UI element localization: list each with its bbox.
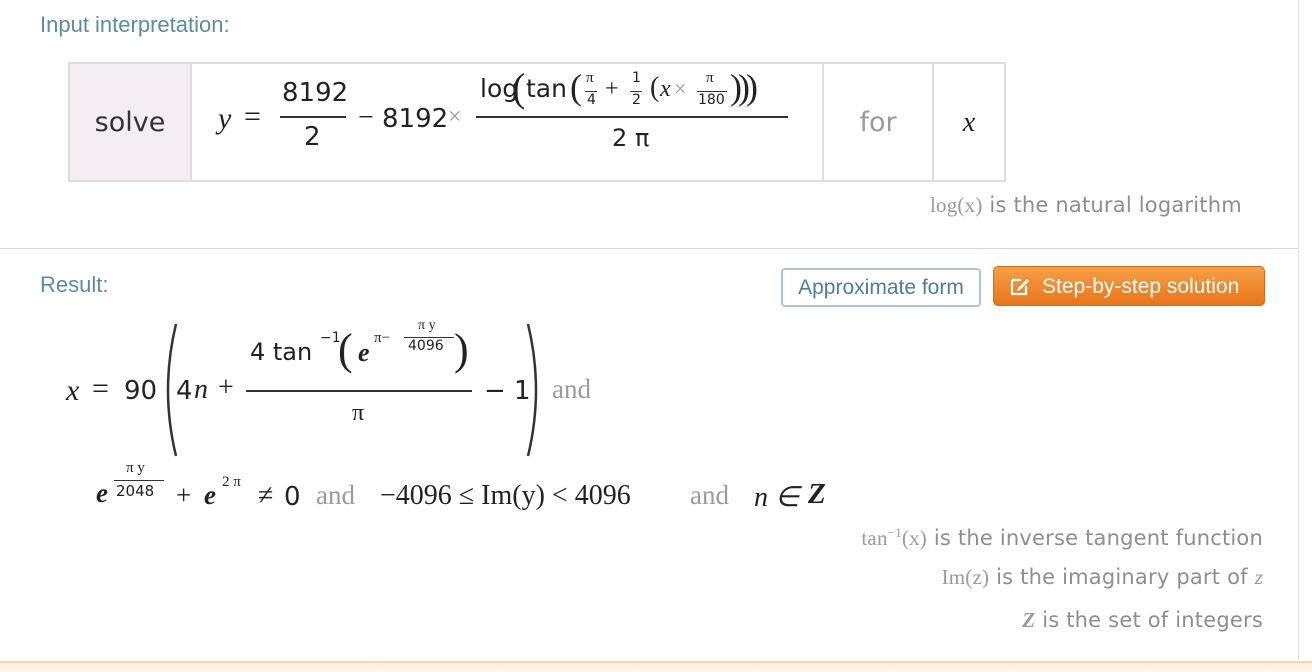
r2-e1: e bbox=[96, 478, 108, 508]
note-log-math: log(x) bbox=[930, 193, 983, 217]
note-imaginary-part: Im(z) is the imaginary part of z bbox=[942, 565, 1263, 590]
r1-numer-tan: 4 tan bbox=[250, 338, 313, 366]
r2-n-in: n ∈ bbox=[754, 482, 800, 513]
note-tan-arg: (x) bbox=[901, 526, 927, 550]
eq-paren-close-all: ))) bbox=[730, 67, 758, 107]
eq-x: x bbox=[660, 76, 671, 102]
next-pod-edge bbox=[0, 661, 1312, 672]
eq-coef-8192: 8192 bbox=[382, 104, 449, 134]
eq-lhs-y: y bbox=[218, 102, 232, 135]
r2-plus: + bbox=[176, 480, 192, 510]
r1-plus: + bbox=[218, 372, 234, 403]
eq-den-2pi: 2 π bbox=[612, 124, 650, 152]
eq-minus: − bbox=[358, 102, 374, 133]
result-line-2: e π y 2048 + e 2 π ≠ 0 and −4096 ≤ Im(y)… bbox=[0, 456, 900, 516]
r1-n: n bbox=[194, 374, 208, 405]
eq-one: 1 bbox=[632, 70, 641, 86]
solve-cell: solve bbox=[68, 62, 192, 182]
eq-equals: = bbox=[244, 100, 261, 133]
note-natural-log: log(x) is the natural logarithm bbox=[930, 193, 1242, 218]
note-im-text: is the imaginary part of bbox=[996, 565, 1248, 589]
r1-eq: = bbox=[92, 372, 109, 405]
eq-paren-open-2: ( bbox=[570, 67, 582, 107]
eq-times-2: × bbox=[674, 76, 687, 101]
pod-separator bbox=[0, 248, 1298, 249]
pod-right-border bbox=[1298, 0, 1299, 660]
r2-integers-Z: Z bbox=[808, 478, 826, 510]
equation-cell: y = 8192 2 − 8192 × log ( tan ( π 4 + 1 … bbox=[190, 62, 824, 182]
note-im-math: Im(z) bbox=[941, 565, 990, 589]
note-tan-sup: −1 bbox=[887, 525, 902, 540]
input-interpretation-table: solve y = 8192 2 − 8192 × log ( tan ( π … bbox=[68, 62, 1006, 182]
note-im-tail: z bbox=[1254, 565, 1263, 589]
for-cell: for bbox=[822, 62, 934, 182]
eq-num-8192: 8192 bbox=[282, 78, 349, 108]
r2-exp-fraction-bar bbox=[114, 480, 164, 481]
r1-paren-close: ) bbox=[454, 325, 469, 374]
solve-label: solve bbox=[94, 106, 166, 138]
note-integers: Z is the set of integers bbox=[1022, 608, 1263, 633]
eq-four: 4 bbox=[587, 92, 596, 108]
result-line-1: x = 90 4 n + 4 tan −1 ( e π− π y 4096 ) … bbox=[0, 300, 700, 460]
r2-and-1: and bbox=[316, 480, 355, 510]
r2-exp-piy: π y bbox=[126, 460, 145, 476]
eq-fraction-bar-1 bbox=[280, 116, 346, 118]
r1-denom-pi: π bbox=[352, 400, 365, 426]
eq-den-2: 2 bbox=[304, 122, 321, 152]
for-label: for bbox=[859, 106, 897, 138]
r2-neq: ≠ bbox=[258, 480, 274, 511]
note-tan-math: tan bbox=[861, 526, 888, 550]
note-Z-text: is the set of integers bbox=[1042, 608, 1263, 632]
r1-exp-piy: π y bbox=[418, 318, 436, 333]
variable-cell: x bbox=[932, 62, 1006, 182]
eq-paren-open-1: ( bbox=[512, 65, 526, 110]
eq-pi-small-1: π bbox=[586, 70, 594, 86]
r1-exp-4096: 4096 bbox=[408, 338, 444, 354]
r1-and: and bbox=[552, 374, 591, 404]
eq-two: 2 bbox=[632, 92, 641, 108]
result-pod-title: Result: bbox=[40, 272, 109, 297]
r2-and-2: and bbox=[690, 480, 729, 510]
r1-paren-open: ( bbox=[338, 325, 353, 374]
r2-zero: 0 bbox=[284, 482, 301, 512]
r1-big-paren-right bbox=[526, 323, 538, 457]
step-by-step-label: Step-by-step solution bbox=[1042, 275, 1240, 298]
variable-x: x bbox=[962, 106, 976, 138]
eq-180: 180 bbox=[698, 92, 725, 108]
eq-pi-small-2: π bbox=[706, 70, 714, 86]
r2-e2: e bbox=[204, 480, 216, 510]
approximate-form-button[interactable]: Approximate form bbox=[781, 268, 981, 307]
note-inverse-tangent: tan−1(x) is the inverse tangent function bbox=[861, 525, 1263, 551]
note-tan-text: is the inverse tangent function bbox=[933, 526, 1263, 550]
input-pod-title: Input interpretation: bbox=[40, 12, 230, 37]
eq-fraction-bar-main bbox=[476, 116, 788, 118]
input-equation: y = 8192 2 − 8192 × log ( tan ( π 4 + 1 … bbox=[192, 64, 822, 180]
r2-range: −4096 ≤ Im(y) < 4096 bbox=[380, 480, 631, 511]
pencil-edit-icon bbox=[1010, 278, 1029, 296]
eq-paren-open-3: ( bbox=[650, 72, 660, 103]
r1-exp-pi: π− bbox=[374, 330, 391, 346]
r2-exp-2048: 2048 bbox=[116, 482, 155, 500]
r1-four: 4 bbox=[176, 376, 193, 406]
eq-tan: tan bbox=[526, 74, 567, 103]
note-Z-math: Z bbox=[1022, 608, 1036, 632]
r1-main-fraction-bar bbox=[246, 390, 472, 392]
r2-exp-2pi: 2 π bbox=[222, 474, 241, 490]
step-by-step-button[interactable]: Step-by-step solution bbox=[993, 266, 1265, 306]
note-log-text: is the natural logarithm bbox=[989, 193, 1242, 217]
eq-plus: + bbox=[605, 76, 619, 102]
r1-x: x bbox=[66, 374, 80, 407]
r1-ninety: 90 bbox=[124, 376, 158, 406]
eq-times: × bbox=[448, 104, 462, 130]
r1-e: e bbox=[358, 338, 370, 367]
